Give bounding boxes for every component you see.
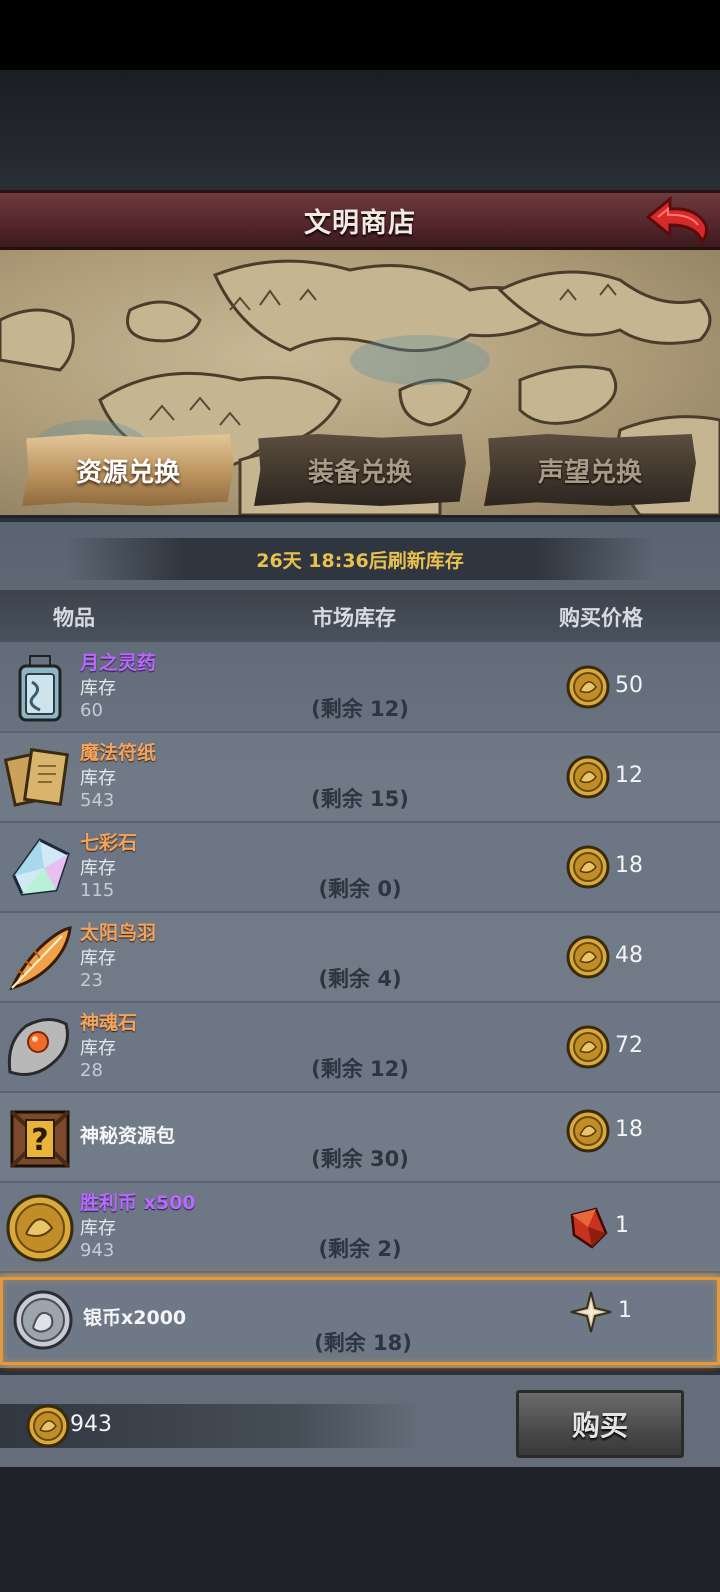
soul-stone-icon: [7, 1018, 69, 1076]
buy-button[interactable]: 购买: [516, 1390, 684, 1458]
stock-value: 28: [80, 1060, 103, 1081]
market-remaining: (剩余 12): [311, 697, 409, 721]
refresh-timer: 26天 18:36后刷新库存: [65, 538, 655, 580]
item-name: 魔法符纸: [80, 742, 157, 764]
back-button[interactable]: [644, 195, 712, 247]
back-arrow-icon: [645, 195, 708, 244]
stock-label: 库存: [80, 678, 116, 699]
price-value: 50: [615, 673, 643, 698]
tab-reputation-exchange[interactable]: 声望兑换: [484, 434, 696, 506]
stock-label: 库存: [80, 948, 116, 969]
item-name: 银币x2000: [83, 1307, 187, 1329]
item-name: 七彩石: [80, 832, 138, 854]
price-value: 1: [618, 1298, 632, 1323]
price-value: 48: [615, 943, 643, 968]
gold-coin-icon: [566, 755, 610, 799]
gold-coin-icon: [566, 1025, 610, 1069]
tab-resource-exchange[interactable]: 资源兑换: [22, 434, 234, 506]
table-row[interactable]: 胜利币 x500 库存 943 (剩余 2) 1: [0, 1183, 720, 1273]
item-name: 太阳鸟羽: [80, 922, 157, 944]
silver-coin-icon: [13, 1290, 73, 1350]
price-value: 12: [615, 763, 643, 788]
item-name: 神秘资源包: [80, 1125, 176, 1147]
compass-star-icon: [570, 1291, 612, 1333]
page-title: 文明商店: [304, 207, 416, 239]
item-name: 月之灵药: [80, 652, 157, 674]
top-backdrop: [0, 70, 720, 190]
item-name: 神魂石: [80, 1012, 138, 1034]
table-header: 物品 市场库存 购买价格: [0, 590, 720, 642]
market-remaining: (剩余 4): [318, 967, 402, 991]
svg-text:?: ?: [31, 1123, 48, 1158]
tab-equipment-exchange[interactable]: 装备兑换: [254, 434, 466, 506]
potion-bottle-icon: [18, 655, 62, 722]
gold-coin-icon: [566, 845, 610, 889]
status-bar-area: [0, 0, 720, 70]
stock-value: 115: [80, 880, 115, 901]
item-name: 胜利币 x500: [80, 1192, 196, 1214]
table-row[interactable]: ? 神秘资源包 (剩余 30) 18: [0, 1093, 720, 1183]
table-row[interactable]: 月之灵药 库存 60 (剩余 12) 50: [0, 643, 720, 733]
table-row[interactable]: 魔法符纸 库存 543 (剩余 15) 12: [0, 733, 720, 823]
market-remaining: (剩余 18): [314, 1331, 412, 1355]
market-remaining: (剩余 12): [311, 1057, 409, 1081]
table-row[interactable]: 太阳鸟羽 库存 23 (剩余 4) 48: [0, 913, 720, 1003]
table-row-selected[interactable]: 银币x2000 (剩余 18) 1: [0, 1277, 720, 1365]
stock-value: 543: [80, 790, 115, 811]
header-item: 物品: [53, 606, 95, 630]
table-row[interactable]: 七彩石 库存 115 (剩余 0) 18: [0, 823, 720, 913]
stock-label: 库存: [80, 768, 116, 789]
red-crystal-icon: [570, 1207, 608, 1249]
feather-icon: [9, 926, 72, 991]
currency-total: 943: [70, 1412, 112, 1437]
market-remaining: (剩余 0): [318, 877, 402, 901]
price-value: 18: [615, 853, 643, 878]
refresh-text: 26天 18:36后刷新库存: [256, 549, 464, 572]
gold-coin-icon: [26, 1404, 70, 1448]
header-price: 购买价格: [559, 606, 643, 630]
stock-label: 库存: [80, 1218, 116, 1239]
gold-coin-icon: [566, 935, 610, 979]
stock-label: 库存: [80, 858, 116, 879]
magic-paper-icon: [4, 748, 69, 807]
header-stock: 市场库存: [312, 606, 396, 630]
mystery-crate-icon: ?: [10, 1110, 70, 1168]
gold-coin-icon: [566, 1109, 610, 1153]
stock-value: 60: [80, 700, 103, 721]
rainbow-crystal-icon: [12, 838, 70, 896]
stock-value: 943: [80, 1240, 115, 1261]
price-value: 18: [615, 1117, 643, 1142]
market-remaining: (剩余 30): [311, 1147, 409, 1171]
bottom-backdrop: [0, 1467, 720, 1592]
price-value: 72: [615, 1033, 643, 1058]
victory-coin-icon: [6, 1194, 74, 1262]
price-value: 1: [615, 1213, 629, 1238]
market-remaining: (剩余 2): [318, 1237, 402, 1261]
stock-label: 库存: [80, 1038, 116, 1059]
gold-coin-icon: [566, 665, 610, 709]
currency-display: 943: [0, 1404, 420, 1448]
stock-value: 23: [80, 970, 103, 991]
market-remaining: (剩余 15): [311, 787, 409, 811]
table-row[interactable]: 神魂石 库存 28 (剩余 12) 72: [0, 1003, 720, 1093]
title-bar: 文明商店: [0, 190, 720, 250]
